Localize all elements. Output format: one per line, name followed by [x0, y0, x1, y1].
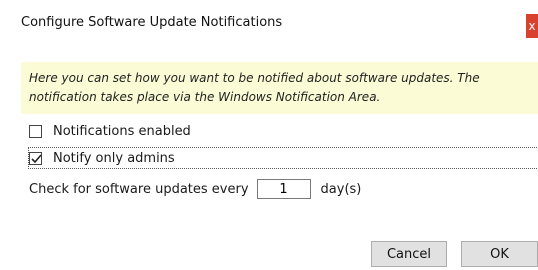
notifications-enabled-option[interactable]: Notifications enabled — [29, 121, 191, 141]
checkmark-icon — [31, 153, 42, 163]
update-interval-row: Check for software updates every day(s) — [29, 177, 361, 201]
notifications-enabled-checkbox[interactable] — [29, 124, 42, 138]
notify-only-admins-checkbox[interactable] — [29, 151, 42, 165]
update-interval-label: Check for software updates every — [29, 181, 249, 197]
cancel-button[interactable]: Cancel — [371, 241, 447, 267]
info-line-2: notification takes place via the Windows… — [29, 90, 381, 104]
info-panel: Here you can set how you want to be noti… — [21, 62, 538, 114]
update-interval-unit: day(s) — [320, 181, 362, 197]
notify-only-admins-label: Notify only admins — [53, 150, 175, 166]
info-line-1: Here you can set how you want to be noti… — [29, 71, 480, 85]
close-button[interactable]: x — [526, 14, 538, 38]
close-icon: x — [528, 19, 536, 33]
info-text: Here you can set how you want to be noti… — [29, 69, 538, 107]
ok-button[interactable]: OK — [461, 241, 538, 267]
notifications-enabled-label: Notifications enabled — [53, 123, 191, 139]
title-bar: Configure Software Update Notifications … — [0, 0, 538, 46]
dialog-title: Configure Software Update Notifications — [21, 15, 283, 30]
update-interval-input[interactable] — [256, 179, 311, 199]
notify-only-admins-option[interactable]: Notify only admins — [28, 147, 538, 169]
